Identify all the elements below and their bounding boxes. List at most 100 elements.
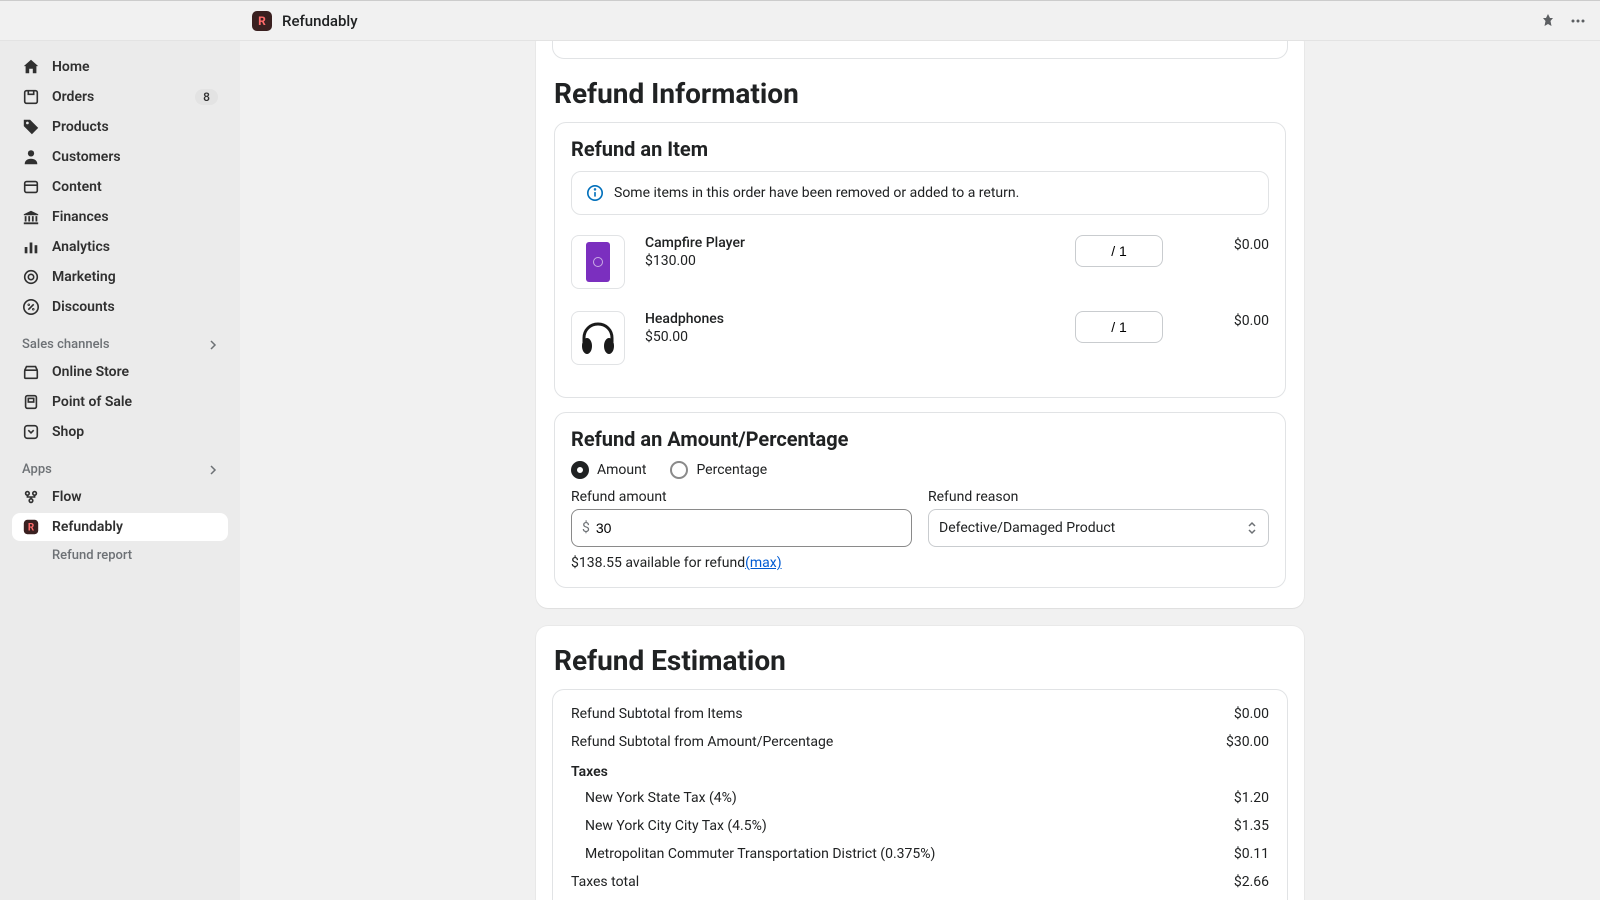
sidebar: Home Orders 8 Products Customers Content Finan… bbox=[0, 41, 240, 900]
refundably-icon: R bbox=[22, 518, 40, 536]
refund-reason-select[interactable]: Defective/Damaged Product bbox=[928, 509, 1269, 547]
sales-channels-header[interactable]: Sales channels bbox=[12, 323, 228, 358]
est-row: Refund Subtotal from Items $0.00 bbox=[553, 700, 1287, 728]
refund-total-row: Refund total $32.66 bbox=[553, 896, 1287, 900]
max-link[interactable]: (max) bbox=[745, 555, 782, 571]
tax-value: $1.35 bbox=[1234, 818, 1269, 834]
sidebar-item-label: Home bbox=[52, 59, 90, 75]
sidebar-item-shop[interactable]: Shop bbox=[12, 418, 228, 446]
product-thumbnail bbox=[571, 311, 625, 365]
product-thumbnail bbox=[571, 235, 625, 289]
sidebar-item-label: Customers bbox=[52, 149, 121, 165]
main-content: Refund Information Refund an Item Some i… bbox=[240, 41, 1600, 900]
refund-estimation-title: Refund Estimation bbox=[554, 644, 1286, 677]
pin-icon[interactable] bbox=[1540, 13, 1556, 29]
sidebar-item-label: Online Store bbox=[52, 364, 129, 380]
tax-label: Metropolitan Commuter Transportation Dis… bbox=[585, 846, 935, 862]
taxes-total-label: Taxes total bbox=[571, 874, 639, 890]
refund-amount-card: Refund an Amount/Percentage Amount Perce… bbox=[554, 412, 1286, 588]
taxes-total-value: $2.66 bbox=[1234, 874, 1269, 890]
info-banner-text: Some items in this order have been remov… bbox=[614, 185, 1019, 201]
sidebar-item-customers[interactable]: Customers bbox=[12, 143, 228, 171]
sidebar-item-home[interactable]: Home bbox=[12, 53, 228, 81]
sales-channels-label: Sales channels bbox=[22, 337, 110, 352]
sidebar-item-label: Orders bbox=[52, 89, 94, 105]
est-row: Refund Subtotal from Amount/Percentage $… bbox=[553, 728, 1287, 756]
sidebar-subitem-refund-report[interactable]: Refund report bbox=[12, 543, 228, 568]
sidebar-item-analytics[interactable]: Analytics bbox=[12, 233, 228, 261]
refund-amount-input-wrap[interactable]: $ bbox=[571, 509, 912, 547]
sidebar-item-refundably[interactable]: R Refundably bbox=[12, 513, 228, 541]
tax-label: New York State Tax (4%) bbox=[585, 790, 737, 806]
item-total: $0.00 bbox=[1189, 311, 1269, 329]
refund-item-card: Refund an Item Some items in this order … bbox=[554, 122, 1286, 398]
est-value: $30.00 bbox=[1226, 734, 1269, 750]
sidebar-item-label: Content bbox=[52, 179, 102, 195]
pos-icon bbox=[22, 393, 40, 411]
item-price: $50.00 bbox=[645, 329, 1061, 345]
sidebar-item-online-store[interactable]: Online Store bbox=[12, 358, 228, 386]
select-chevron-icon bbox=[1246, 520, 1258, 536]
chart-icon bbox=[22, 238, 40, 256]
sidebar-item-label: Flow bbox=[52, 489, 82, 505]
apps-header[interactable]: Apps bbox=[12, 448, 228, 483]
quantity-input[interactable] bbox=[1075, 311, 1163, 343]
taxes-total-row: Taxes total $2.66 bbox=[553, 868, 1287, 896]
bank-icon bbox=[22, 208, 40, 226]
est-label: Refund Subtotal from Items bbox=[571, 706, 743, 722]
apps-label: Apps bbox=[22, 462, 52, 477]
item-price: $130.00 bbox=[645, 253, 1061, 269]
radio-amount-label: Amount bbox=[597, 462, 646, 478]
content-icon bbox=[22, 178, 40, 196]
refund-information-title: Refund Information bbox=[554, 77, 1286, 110]
sidebar-item-label: Marketing bbox=[52, 269, 116, 285]
sidebar-item-label: Analytics bbox=[52, 239, 110, 255]
radio-amount[interactable]: Amount bbox=[571, 461, 646, 479]
store-icon bbox=[22, 363, 40, 381]
sidebar-item-marketing[interactable]: Marketing bbox=[12, 263, 228, 291]
badge: 8 bbox=[195, 89, 218, 105]
svg-text:R: R bbox=[28, 523, 35, 534]
sidebar-item-products[interactable]: Products bbox=[12, 113, 228, 141]
tax-row: Metropolitan Commuter Transportation Dis… bbox=[553, 840, 1287, 868]
sidebar-item-point-of-sale[interactable]: Point of Sale bbox=[12, 388, 228, 416]
tax-value: $1.20 bbox=[1234, 790, 1269, 806]
app-title: Refundably bbox=[282, 12, 358, 30]
item-name: Headphones bbox=[645, 311, 1061, 327]
radio-percentage-label: Percentage bbox=[696, 462, 767, 478]
item-name: Campfire Player bbox=[645, 235, 1061, 251]
sidebar-item-orders[interactable]: Orders 8 bbox=[12, 83, 228, 111]
sidebar-item-content[interactable]: Content bbox=[12, 173, 228, 201]
person-icon bbox=[22, 148, 40, 166]
chevron-right-icon bbox=[208, 465, 218, 475]
sidebar-item-label: Refundably bbox=[52, 519, 123, 535]
refund-reason-value: Defective/Damaged Product bbox=[939, 520, 1115, 536]
quantity-input[interactable] bbox=[1075, 235, 1163, 267]
app-topbar: R Refundably bbox=[0, 0, 1600, 41]
home-icon bbox=[22, 58, 40, 76]
refund-amount-input[interactable] bbox=[596, 520, 901, 536]
sidebar-item-label: Shop bbox=[52, 424, 84, 440]
flow-icon bbox=[22, 488, 40, 506]
radio-percentage[interactable]: Percentage bbox=[670, 461, 767, 479]
tax-label: New York City City Tax (4.5%) bbox=[585, 818, 767, 834]
refund-reason-label: Refund reason bbox=[928, 489, 1269, 505]
sidebar-item-finances[interactable]: Finances bbox=[12, 203, 228, 231]
sidebar-item-label: Discounts bbox=[52, 299, 115, 315]
more-icon[interactable] bbox=[1570, 13, 1586, 29]
tag-icon bbox=[22, 118, 40, 136]
target-icon bbox=[22, 268, 40, 286]
app-icon: R bbox=[252, 11, 272, 31]
sidebar-item-flow[interactable]: Flow bbox=[12, 483, 228, 511]
refund-amount-label: Refund amount bbox=[571, 489, 912, 505]
radio-dot-icon bbox=[571, 461, 589, 479]
sidebar-item-discounts[interactable]: Discounts bbox=[12, 293, 228, 321]
refund-item-title: Refund an Item bbox=[571, 137, 1269, 161]
shop-icon bbox=[22, 423, 40, 441]
radio-dot-icon bbox=[670, 461, 688, 479]
est-label: Refund Subtotal from Amount/Percentage bbox=[571, 734, 833, 750]
tax-row: New York City City Tax (4.5%) $1.35 bbox=[553, 812, 1287, 840]
previous-card-slice bbox=[552, 41, 1288, 59]
refund-amount-title: Refund an Amount/Percentage bbox=[571, 427, 1269, 451]
est-value: $0.00 bbox=[1234, 706, 1269, 722]
